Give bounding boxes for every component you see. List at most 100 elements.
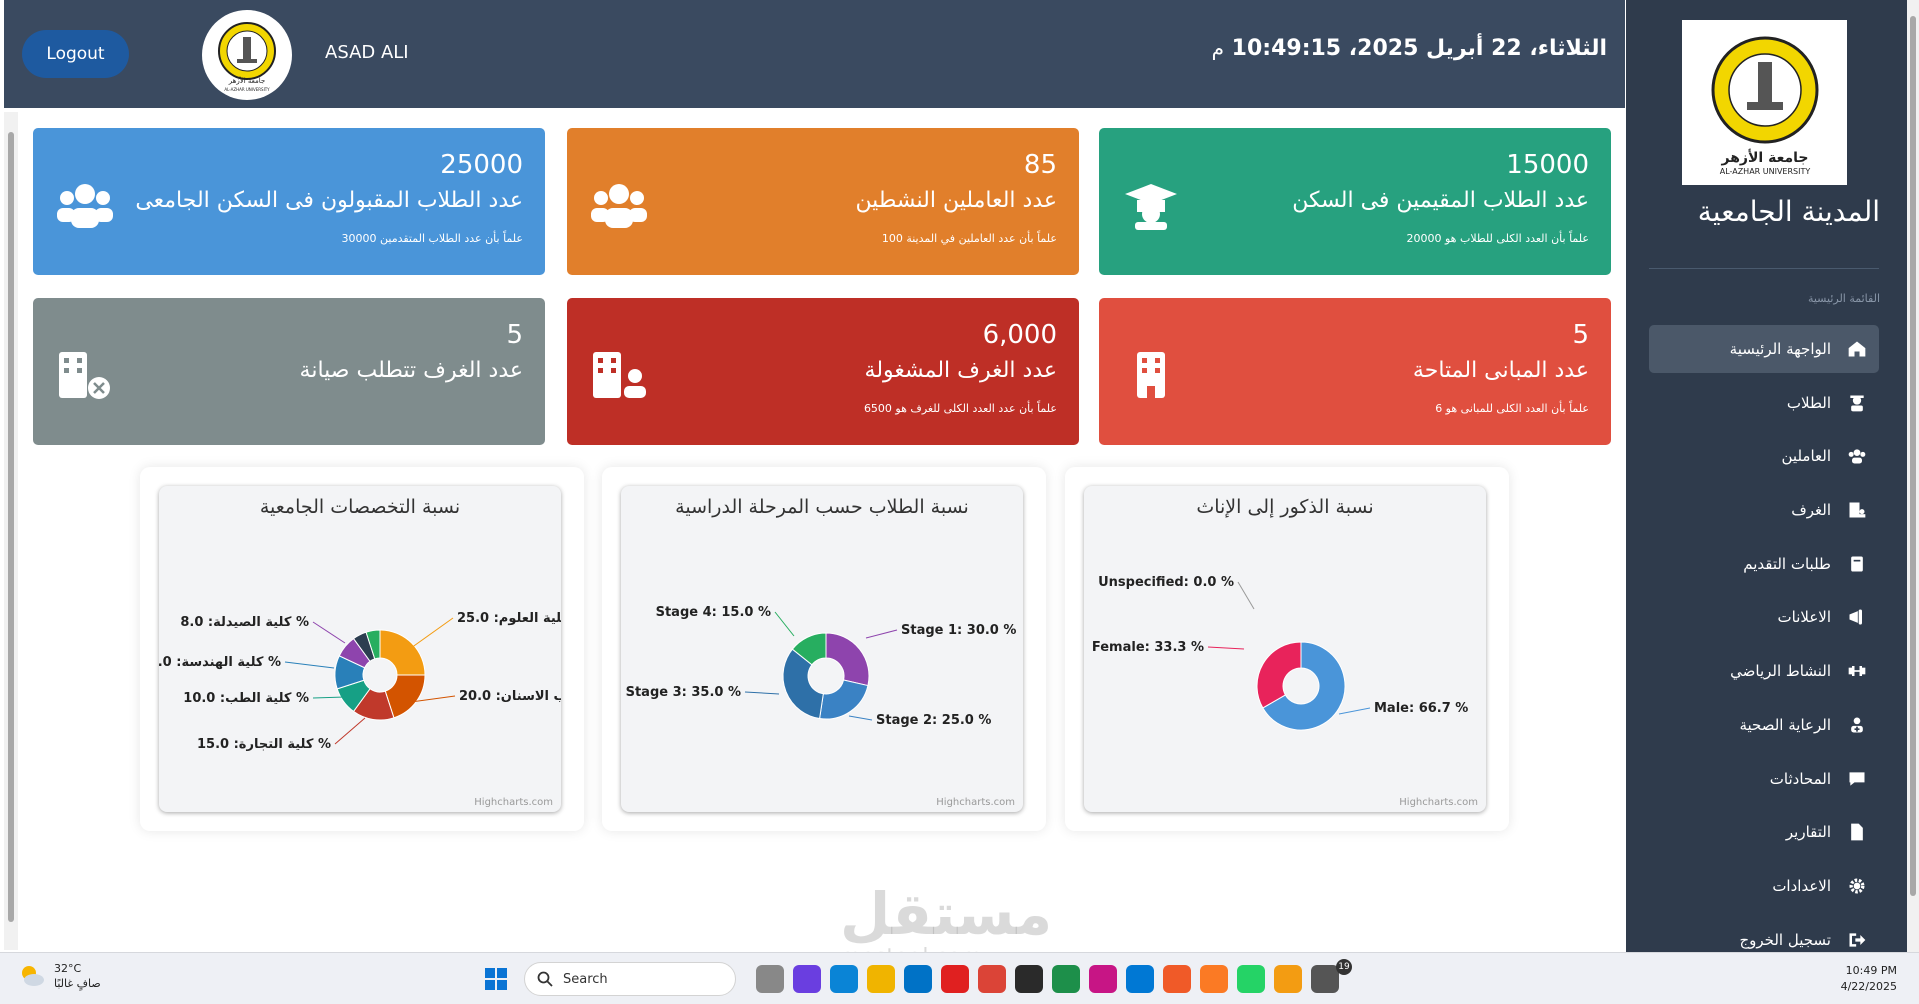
sidebar-item-label: الواجهة الرئيسية (1729, 340, 1831, 358)
stat-card-value: 5 (506, 320, 523, 350)
sidebar-item-label: تسجيل الخروج (1739, 930, 1831, 949)
sidebar-item[interactable]: النشاط الرياضي (1649, 647, 1879, 695)
donut-chart: Stage 1: 30.0 % Stage 2: 25.0 % Stage 3: 3… (626, 605, 1017, 728)
sidebar-item-label: الاعدادات (1772, 876, 1831, 895)
vlc-icon[interactable] (1274, 965, 1302, 993)
sidebar-item[interactable]: المحادثات (1649, 755, 1879, 803)
stat-card-title: عدد الطلاب المقبولون فى السكن الجامعى (135, 188, 523, 213)
sidebar-nav: الواجهة الرئيسية الطلاب العاملين الغرف طلبات… (1649, 325, 1879, 969)
sidebar: جامعة الأزهر AL-AZHAR UNIVERSITY المدينة… (1626, 0, 1907, 952)
gear-icon (1845, 874, 1869, 898)
pie-slice[interactable] (379, 629, 426, 676)
pie-slice[interactable] (819, 679, 869, 720)
media-player-icon[interactable] (1311, 965, 1339, 993)
logout-button[interactable]: Logout (22, 30, 129, 78)
vscode-icon[interactable] (1126, 965, 1154, 993)
sidebar-item-label: طلبات التقديم (1743, 554, 1831, 573)
stat-card-value: 25000 (440, 150, 523, 180)
users-icon (55, 180, 115, 230)
stat-card-title: عدد الغرف المشغولة (864, 358, 1057, 383)
sidebar-item[interactable]: العاملين (1649, 432, 1879, 480)
datetime-suffix: م (1211, 36, 1224, 60)
connector-line (334, 717, 366, 745)
stat-card-title: عدد العاملين النشطين (855, 188, 1057, 213)
postman-icon[interactable] (1163, 965, 1191, 993)
data-label: كلية الهندسة: 12.0 % (159, 655, 281, 670)
sidebar-title: المدينة الجامعية (1697, 195, 1880, 228)
sidebar-item[interactable]: الاعلانات (1649, 593, 1879, 641)
outlook-icon[interactable] (904, 965, 932, 993)
data-label: كلية التجارة: 15.0 % (197, 737, 331, 752)
pie-slice[interactable] (825, 632, 870, 687)
chart-card: نسبة الذكور إلى الإناث Highcharts.com Male… (1084, 486, 1486, 812)
xampp-icon[interactable] (1200, 965, 1228, 993)
stat-card: 25000 عدد الطلاب المقبولون فى السكن الجام… (33, 128, 545, 275)
weather-text: 32°C صافٍ غالبًا (54, 961, 101, 991)
stat-card: 5 عدد المبانى المتاحة علماً بأن العدد الكل… (1099, 298, 1611, 445)
logo-text-ar: جامعة الأزهر (1720, 149, 1808, 166)
page-scrollbar[interactable] (1907, 0, 1919, 952)
sidebar-logo: جامعة الأزهر AL-AZHAR UNIVERSITY (1682, 20, 1847, 185)
content-scrollbar[interactable] (4, 112, 18, 950)
task-view-icon[interactable] (756, 965, 784, 993)
taskbar-clock[interactable]: 10:49 PM 4/22/2025 (1841, 963, 1897, 995)
rooms-icon (1845, 498, 1869, 522)
pie-slice[interactable] (1256, 641, 1302, 709)
taskbar-search[interactable]: Search (524, 962, 736, 996)
chat-icon (1845, 767, 1869, 791)
sidebar-item-label: الاعلانات (1777, 608, 1832, 627)
clock-time: 10:49 PM (1845, 964, 1897, 977)
connector-line (848, 715, 873, 721)
stat-card: 15000 عدد الطلاب المقيمين فى السكن علماً ب… (1099, 128, 1611, 275)
intellij-icon[interactable] (1089, 965, 1117, 993)
sidebar-item[interactable]: الطلاب (1649, 379, 1879, 427)
pycharm-icon[interactable] (1015, 965, 1043, 993)
sidebar-item-label: الطلاب (1786, 393, 1831, 412)
whatsapp-icon[interactable] (1237, 965, 1265, 993)
search-label: Search (563, 971, 608, 987)
chart-panel: نسبة التخصصات الجامعيةHighcharts.comكلية… (140, 467, 584, 831)
building-user-icon (589, 350, 649, 400)
data-label: Stage 3: 35.0 % (626, 685, 741, 700)
sign-out-icon (1845, 928, 1869, 952)
stat-card: 6,000 عدد الغرف المشغولة علماً بأن عدد الع… (567, 298, 1079, 445)
sidebar-item[interactable]: الرعاية الصحية (1649, 701, 1879, 749)
report-icon (1845, 820, 1869, 844)
connector-line (312, 696, 346, 699)
user-name: ASAD ALI (325, 42, 409, 63)
file-explorer-icon[interactable] (867, 965, 895, 993)
stat-card-note: علماً بأن عدد العاملين في المدينة 100 (881, 232, 1057, 245)
connector-line (744, 691, 780, 695)
sidebar-item-label: التقارير (1785, 823, 1831, 842)
clion-icon[interactable] (1052, 965, 1080, 993)
stat-card-title: عدد المبانى المتاحة (1412, 358, 1589, 383)
search-icon (537, 971, 553, 987)
staff-icon (1845, 444, 1869, 468)
stat-card-note: علماً بأن عدد العدد الكلى للغرف هو 6500 (863, 402, 1057, 415)
sidebar-item[interactable]: الغرف (1649, 486, 1879, 534)
home-icon (1845, 337, 1869, 361)
windows-start-icon[interactable] (484, 967, 508, 991)
scrollbar-thumb[interactable] (8, 132, 14, 922)
copilot-icon[interactable] (793, 965, 821, 993)
data-label: Female: 33.3 % (1092, 640, 1204, 655)
weather-widget[interactable]: 32°C صافٍ غالبًا (18, 961, 101, 991)
connector-line (410, 617, 454, 649)
datetime-main: الثلاثاء، 22 أبريل 2025، 10:49:15 (1231, 36, 1607, 61)
scrollbar-thumb[interactable] (1910, 16, 1916, 896)
donut-chart: كلية العلوم: 25.0 % كلية طب الاسنان: 20.0… (159, 611, 561, 752)
edge-icon[interactable] (830, 965, 858, 993)
stat-card-value: 85 (1023, 150, 1057, 180)
youtube-icon[interactable] (941, 965, 969, 993)
stat-card-value: 5 (1572, 320, 1589, 350)
stat-card-note: علماً بأن العدد الكلى للطلاب هو 20000 (1406, 232, 1590, 245)
sidebar-item[interactable]: طلبات التقديم (1649, 540, 1879, 588)
chrome-icon[interactable] (978, 965, 1006, 993)
sidebar-item[interactable]: الاعدادات (1649, 862, 1879, 910)
sidebar-item[interactable]: التقارير (1649, 808, 1879, 856)
app-window: Logout جامعة الأزهر AL-AZHAR UNIVERSITY … (0, 0, 1919, 1004)
chart-panel: نسبة الطلاب حسب المرحلة الدراسية Highchar… (602, 467, 1046, 831)
logo-text-en: AL-AZHAR UNIVERSITY (224, 87, 270, 92)
megaphone-icon (1845, 605, 1869, 629)
sidebar-item[interactable]: الواجهة الرئيسية (1649, 325, 1879, 373)
